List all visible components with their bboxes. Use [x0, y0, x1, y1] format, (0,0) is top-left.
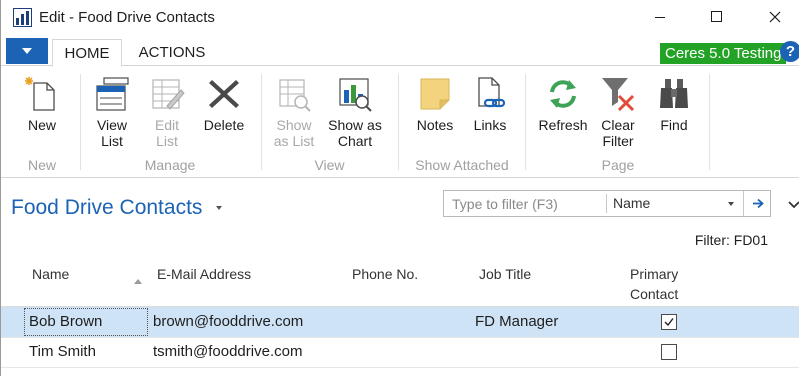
edit-list-button[interactable]: Edit List: [145, 76, 189, 149]
ribbon: New New View List Edit List Delete Manag…: [1, 66, 799, 178]
links-label-1: Links: [473, 117, 507, 133]
close-button[interactable]: [751, 0, 797, 34]
primary-contact-checkbox[interactable]: [661, 314, 677, 330]
filter-status: Filter: FD01: [694, 232, 768, 248]
ribbon-divider: [398, 74, 399, 170]
arrow-right-icon: [753, 198, 764, 209]
new-label-1: New: [27, 117, 56, 133]
refresh-icon: [550, 80, 576, 108]
show-as-list-icon: [279, 79, 311, 112]
table-row[interactable]: Bob Brown brown@fooddrive.com FD Manager: [1, 307, 799, 337]
close-icon: [769, 11, 781, 23]
title-bar: Edit - Food Drive Contacts: [1, 0, 799, 36]
show-as-list-button[interactable]: Show as List: [271, 76, 317, 149]
refresh-label-1: Refresh: [538, 117, 588, 133]
group-label-view: View: [314, 157, 345, 173]
link-icon: [478, 77, 506, 108]
row-divider: [1, 367, 799, 368]
find-button[interactable]: Find: [651, 76, 697, 133]
table-row[interactable]: Tim Smith tsmith@fooddrive.com: [1, 337, 799, 367]
column-header-primary-contact-line-1: Primary: [630, 266, 679, 282]
column-header-name[interactable]: Name: [32, 264, 69, 284]
show-as-list-label-1: Show: [276, 117, 312, 133]
dynamics-nav-icon: [13, 8, 32, 27]
ribbon-divider: [261, 74, 262, 170]
refresh-button[interactable]: Refresh: [535, 76, 591, 133]
maximize-icon: [711, 11, 722, 22]
edit-list-icon: [152, 79, 185, 110]
help-icon[interactable]: ?: [780, 41, 799, 62]
chevron-down-icon: [728, 202, 734, 206]
cell-job-title[interactable]: FD Manager: [475, 307, 558, 337]
binoculars-icon: [660, 79, 688, 108]
clear-filter-label-2: Filter: [602, 133, 634, 149]
group-label-page: Page: [601, 157, 635, 173]
new-button[interactable]: New: [20, 76, 64, 133]
chevron-down-icon[interactable]: [788, 200, 799, 210]
clear-filter-button[interactable]: Clear Filter: [595, 76, 641, 149]
group-label-show-attached: Show Attached: [415, 157, 509, 173]
maximize-button[interactable]: [693, 0, 739, 34]
delete-x-icon: [209, 80, 239, 108]
column-header-job-title[interactable]: Job Title: [479, 264, 531, 284]
links-button[interactable]: Links: [467, 76, 513, 133]
group-label-new: New: [27, 157, 56, 173]
new-document-icon: [25, 77, 55, 111]
delete-label-1: Delete: [203, 117, 245, 133]
dropdown-arrow-icon: [22, 48, 32, 54]
column-header-primary-contact[interactable]: Primary Contact: [630, 264, 678, 304]
chevron-down-icon[interactable]: [216, 206, 222, 210]
view-list-label-2: List: [101, 133, 123, 149]
filter-field-select[interactable]: Name: [607, 191, 743, 216]
ribbon-divider: [525, 74, 526, 170]
minimize-button[interactable]: [637, 0, 683, 34]
notes-button[interactable]: Notes: [411, 76, 459, 133]
tab-home[interactable]: HOME: [52, 39, 122, 67]
application-menu-button[interactable]: [6, 38, 48, 64]
view-list-label-1: View: [96, 117, 128, 133]
sort-ascending-icon: [134, 279, 142, 284]
minimize-icon: [655, 17, 665, 18]
primary-contact-checkbox[interactable]: [661, 344, 677, 360]
view-list-button[interactable]: View List: [89, 76, 135, 149]
column-header-email[interactable]: E-Mail Address: [157, 264, 251, 284]
apply-filter-button[interactable]: [743, 191, 770, 216]
window-title: Edit - Food Drive Contacts: [39, 9, 215, 26]
ribbon-tab-bar: HOME ACTIONS Ceres 5.0 Testing ?: [1, 36, 799, 67]
show-as-chart-label-2: Chart: [337, 133, 373, 149]
cell-name[interactable]: Bob Brown: [29, 307, 102, 337]
show-as-chart-label-1: Show as: [328, 117, 382, 133]
filter-input[interactable]: [444, 191, 606, 216]
company-badge[interactable]: Ceres 5.0 Testing: [660, 43, 787, 64]
show-as-chart-button[interactable]: Show as Chart: [323, 76, 387, 149]
filter-bar: Name: [443, 190, 771, 217]
clear-filter-label-1: Clear: [601, 117, 635, 133]
tab-actions[interactable]: ACTIONS: [129, 39, 215, 67]
ribbon-divider: [709, 74, 710, 170]
app-window: Edit - Food Drive Contacts HOME ACTIONS …: [0, 0, 799, 376]
view-list-icon: [96, 77, 129, 111]
cell-email[interactable]: brown@fooddrive.com: [153, 307, 303, 337]
page-title[interactable]: Food Drive Contacts: [11, 196, 202, 220]
delete-button[interactable]: Delete: [199, 76, 249, 133]
column-header-primary-contact-line-2: Contact: [630, 286, 679, 302]
show-as-list-label-2: as List: [273, 133, 315, 149]
clear-filter-icon: [602, 78, 635, 112]
column-header-phone[interactable]: Phone No.: [352, 264, 418, 284]
edit-list-label-1: Edit: [154, 117, 180, 133]
checkmark-icon: [664, 318, 674, 327]
cell-email[interactable]: tsmith@fooddrive.com: [153, 337, 302, 367]
notes-label-1: Notes: [416, 117, 454, 133]
chart-icon: [339, 78, 372, 112]
cell-name[interactable]: Tim Smith: [29, 337, 96, 367]
edit-list-label-2: List: [156, 133, 178, 149]
ribbon-divider: [80, 74, 81, 170]
find-label-1: Find: [660, 117, 688, 133]
group-label-manage: Manage: [144, 157, 196, 173]
note-icon: [420, 78, 450, 110]
filter-field-value: Name: [613, 195, 651, 211]
